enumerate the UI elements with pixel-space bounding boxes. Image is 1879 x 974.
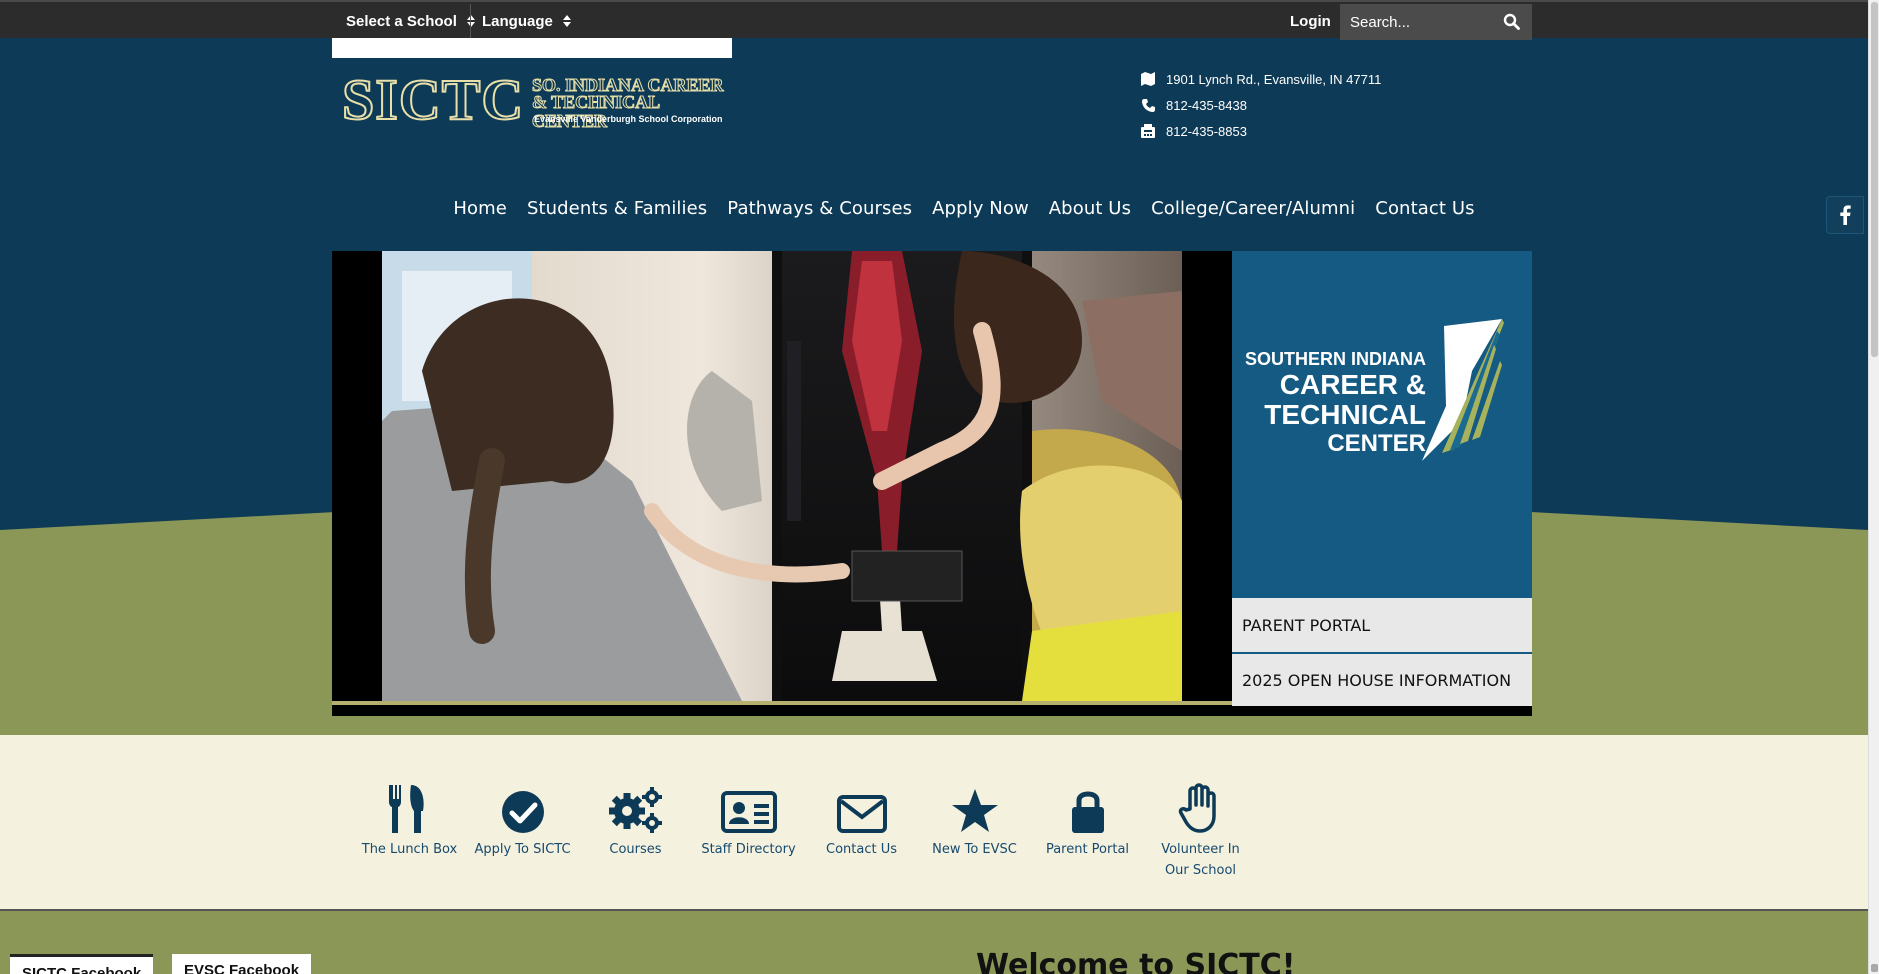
quick-link-label: Volunteer In Our School [1161,842,1240,878]
quick-link-courses[interactable]: Courses [579,781,692,881]
scrollbar-thumb[interactable] [1871,2,1878,357]
phone-row: 812-435-8438 [1140,92,1381,118]
login-link[interactable]: Login [1290,2,1331,40]
fax-row: 812-435-8853 [1140,118,1381,144]
address-row: 1901 Lynch Rd., Evansville, IN 47711 [1140,66,1381,92]
nav-contact-us[interactable]: Contact Us [1375,190,1474,228]
quick-links-section: The Lunch Box Apply To SICTC Courses Sta… [0,735,1868,911]
nav-students-families[interactable]: Students & Families [527,190,707,228]
star-icon [951,781,999,833]
quick-link-label: Parent Portal [1045,842,1130,857]
map-icon [1140,72,1156,86]
welcome-heading: Welcome to SICTC! [976,948,1296,974]
utensils-icon [388,781,431,833]
content-section: SICTC Facebook EVSC Facebook Welcome to … [0,911,1868,974]
sictc-wordmark-logo: SOUTHERN INDIANA CAREER & TECHNICAL CENT… [1245,319,1504,461]
quick-link-lunch-box[interactable]: The Lunch Box [353,781,466,881]
hero-video-frame [382,251,1182,701]
divider [470,4,471,38]
nav-college-career-alumni[interactable]: College/Career/Alumni [1151,190,1355,228]
utility-bar: Select a School Language Login [0,0,1879,40]
quick-link-label: Staff Directory [701,842,796,857]
promo-line2: CAREER & [1280,369,1426,400]
nav-pathways-courses[interactable]: Pathways & Courses [727,190,912,228]
nav-apply-now[interactable]: Apply Now [932,190,1029,228]
promo-line3: TECHNICAL [1264,399,1426,430]
sort-caret-icon [562,15,571,27]
search-input[interactable] [1350,13,1490,31]
logo-strip [332,38,732,58]
quick-link-volunteer[interactable]: Volunteer In Our School [1144,781,1257,881]
quick-link-label: New To EVSC [932,842,1017,857]
quick-link-staff-directory[interactable]: Staff Directory [692,781,805,881]
quick-link-apply[interactable]: Apply To SICTC [466,781,579,881]
phone-text[interactable]: 812-435-8438 [1166,98,1247,113]
quick-link-label: Contact Us [826,842,897,857]
facebook-icon[interactable] [1826,196,1864,234]
search-box [1340,4,1532,40]
quick-link-label: Apply To SICTC [474,842,571,857]
logo-abbrev: SICTC [341,67,525,132]
id-card-icon [720,781,777,833]
language-select[interactable]: Language [482,2,571,40]
address-text: 1901 Lynch Rd., Evansville, IN 47711 [1166,71,1382,87]
promo-link-parent-portal[interactable]: PARENT PORTAL [1232,598,1532,652]
site-logo[interactable]: SICTC SO. INDIANA CAREER & TECHNICAL CEN… [338,67,728,132]
lock-icon [1071,781,1105,833]
fax-text: 812-435-8853 [1166,123,1247,139]
tab-evsc-facebook[interactable]: EVSC Facebook [172,954,312,974]
phone-icon [1140,98,1156,112]
envelope-icon [836,781,887,833]
promo-line1: SOUTHERN INDIANA [1245,349,1426,369]
video-controls-bar [332,706,1532,716]
video-progress-bar[interactable] [332,701,1232,705]
scroll-down-arrow[interactable] [1871,964,1878,972]
check-circle-icon [501,781,544,833]
fax-icon [1140,124,1156,138]
promo-links: PARENT PORTAL 2025 OPEN HOUSE INFORMATIO… [1232,598,1532,706]
page-scrollbar[interactable] [1868,0,1879,974]
quick-link-new-to-evsc[interactable]: New To EVSC [918,781,1031,881]
hero-video-player[interactable] [332,251,1232,715]
school-select[interactable]: Select a School [346,2,475,40]
quick-link-contact-us[interactable]: Contact Us [805,781,918,881]
school-select-label: Select a School [346,12,457,30]
quick-link-label: Courses [609,842,662,857]
promo-link-open-house[interactable]: 2025 OPEN HOUSE INFORMATION [1232,652,1532,706]
hand-icon [1178,781,1224,833]
contact-info: 1901 Lynch Rd., Evansville, IN 47711 812… [1140,66,1381,144]
promo-line4: CENTER [1327,430,1426,457]
hero-image [382,251,1182,701]
quick-link-parent-portal[interactable]: Parent Portal [1031,781,1144,881]
nav-about-us[interactable]: About Us [1049,190,1131,228]
nav-home[interactable]: Home [453,190,507,228]
language-select-label: Language [482,12,553,30]
main-nav: Home Students & Families Pathways & Cour… [0,190,1868,228]
gears-icon [608,781,663,833]
logo-subtitle: Evansville Vanderburgh School Corporatio… [534,114,723,124]
search-icon[interactable] [1503,13,1520,34]
quick-link-label: The Lunch Box [361,842,458,857]
logo-name-line2: & TECHNICAL CENTER [532,92,660,131]
promo-panel: SOUTHERN INDIANA CAREER & TECHNICAL CENT… [1232,251,1532,598]
tab-sictc-facebook[interactable]: SICTC Facebook [10,954,154,974]
